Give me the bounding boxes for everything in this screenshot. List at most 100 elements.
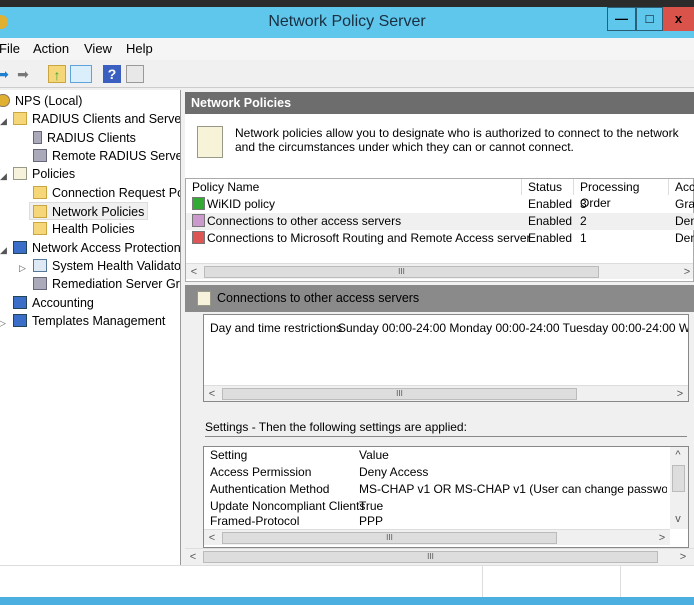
tree-item-policies[interactable]: Policies [13,165,75,183]
folder-icon [33,222,47,235]
scroll-right-icon[interactable]: > [679,264,694,280]
tree-item-radius-clients[interactable]: RADIUS Clients [33,129,136,147]
tree-item-network-access-protection[interactable]: Network Access Protection [13,239,181,257]
tree-item-label: Templates Management [32,314,166,328]
scroll-thumb[interactable]: III [203,551,658,563]
forward-icon[interactable]: ➡ [14,65,32,83]
tree-item-label: RADIUS Clients and Servers [32,112,181,126]
tree-item-accounting[interactable]: Accounting [13,294,94,312]
tree-item-label: NPS (Local) [15,94,83,108]
setting-value: MS-CHAP v1 OR MS-CHAP v1 (User can chang… [359,482,667,496]
policy-grant-icon [192,197,205,210]
policy-status: Enabled [528,231,573,245]
tree-item-label: Accounting [32,296,94,310]
column-header-processing-order[interactable]: Processing Order [574,179,669,210]
tree-item-remote-radius-server[interactable]: Remote RADIUS Server [33,147,180,165]
back-icon[interactable]: ➡ [0,65,12,83]
close-button[interactable]: x [663,7,694,31]
policy-icon [13,167,27,180]
tree-item-nps-local[interactable]: NPS (Local) [0,92,82,110]
tree-item-label: Network Access Protection [32,241,181,255]
condition-name: Day and time restrictions [210,321,343,335]
details-panel: Day and time restrictions Sunday 00:00-2… [185,312,694,548]
divider [620,566,621,598]
horizontal-scrollbar[interactable]: < III > [186,263,693,279]
conditions-box: Day and time restrictions Sunday 00:00-2… [203,314,689,402]
tree-item-label: RADIUS Clients [47,131,136,145]
menu-view[interactable]: View [84,41,112,56]
status-bar [0,565,694,598]
up-folder-icon[interactable]: ↑ [48,65,66,83]
tree-item-templates-management[interactable]: Templates Management [13,312,165,330]
server-group-icon [33,149,47,162]
column-header-access[interactable]: Acc [669,179,694,195]
divider [205,436,687,437]
scroll-right-icon[interactable]: > [675,549,691,565]
setting-value: Deny Access [359,465,429,479]
tree-item-radius-clients-servers[interactable]: RADIUS Clients and Servers [13,110,181,128]
expand-icon[interactable]: ▷ [19,263,26,274]
top-strip [0,0,694,7]
tree-item-remediation-server-groups[interactable]: Remediation Server Gro [33,275,181,293]
scroll-down-icon[interactable]: v [670,511,686,527]
show-action-pane-icon[interactable] [126,65,144,83]
maximize-button[interactable]: □ [636,7,663,31]
scroll-left-icon[interactable]: < [185,549,201,565]
column-header-setting[interactable]: Setting [210,447,247,464]
setting-name: Framed-Protocol [210,514,300,525]
table-row[interactable]: Connections to Microsoft Routing and Rem… [186,230,694,247]
collapse-icon[interactable]: ◢ [0,116,7,127]
settings-label: Settings - Then the following settings a… [205,420,467,434]
table-row[interactable]: WiKID policy Enabled 3 Gran [186,196,694,213]
menu-action[interactable]: Action [33,41,69,56]
menu-file[interactable]: File [0,41,20,56]
title-bar: Network Policy Server — □ x [0,7,694,38]
policy-status: Enabled [528,197,573,211]
policy-order: 2 [580,214,587,228]
window-title: Network Policy Server [268,13,426,30]
policies-table: Policy Name Status Processing Order Acc … [185,178,694,282]
scroll-thumb[interactable]: III [222,388,577,400]
horizontal-scrollbar[interactable]: < III > [204,385,688,401]
navigation-tree: NPS (Local) ◢ RADIUS Clients and Servers… [0,90,181,598]
vertical-scrollbar[interactable]: ^ v [670,447,688,529]
collapse-icon[interactable]: ◢ [0,245,7,256]
policy-name: Connections to other access servers [207,214,402,228]
menu-help[interactable]: Help [126,41,153,56]
column-header-status[interactable]: Status [522,179,574,195]
scroll-right-icon[interactable]: > [672,386,688,402]
scroll-left-icon[interactable]: < [204,530,220,546]
minimize-button[interactable]: — [607,7,636,31]
horizontal-scrollbar[interactable]: < III > [204,529,670,545]
scroll-thumb[interactable] [672,465,685,492]
collapse-icon[interactable]: ◢ [0,171,7,182]
scroll-thumb[interactable]: III [204,266,599,278]
tree-item-connection-request-policies[interactable]: Connection Request Po [33,184,181,202]
folder-open-icon [33,205,47,218]
column-header-policy-name[interactable]: Policy Name [186,179,522,195]
policy-order: 3 [580,197,587,211]
policy-name: Connections to Microsoft Routing and Rem… [207,231,531,245]
tree-item-health-policies[interactable]: Health Policies [33,220,135,238]
help-icon[interactable]: ? [103,65,121,83]
scroll-thumb[interactable]: III [222,532,557,544]
accounting-icon [13,296,27,309]
tree-item-system-health-validators[interactable]: System Health Validato [33,257,180,275]
scroll-left-icon[interactable]: < [204,386,220,402]
info-text: Network policies allow you to designate … [235,126,679,154]
table-row[interactable]: Connections to other access servers Enab… [186,213,694,230]
horizontal-scrollbar[interactable]: < III > [185,548,694,566]
scroll-left-icon[interactable]: < [186,264,202,280]
show-hide-tree-icon[interactable] [70,65,92,83]
taskbar-strip [0,597,694,605]
policy-deny-icon [192,214,205,227]
tree-item-label: Connection Request Po [52,186,181,200]
scroll-up-icon[interactable]: ^ [670,447,686,463]
details-title: Connections to other access servers [217,291,420,305]
column-header-value[interactable]: Value [359,447,389,464]
tree-item-label: Remediation Server Gro [52,277,181,291]
document-icon [197,126,223,158]
expand-icon[interactable]: ▷ [0,318,6,329]
tree-item-network-policies[interactable]: Network Policies [29,202,149,220]
scroll-right-icon[interactable]: > [654,530,670,546]
